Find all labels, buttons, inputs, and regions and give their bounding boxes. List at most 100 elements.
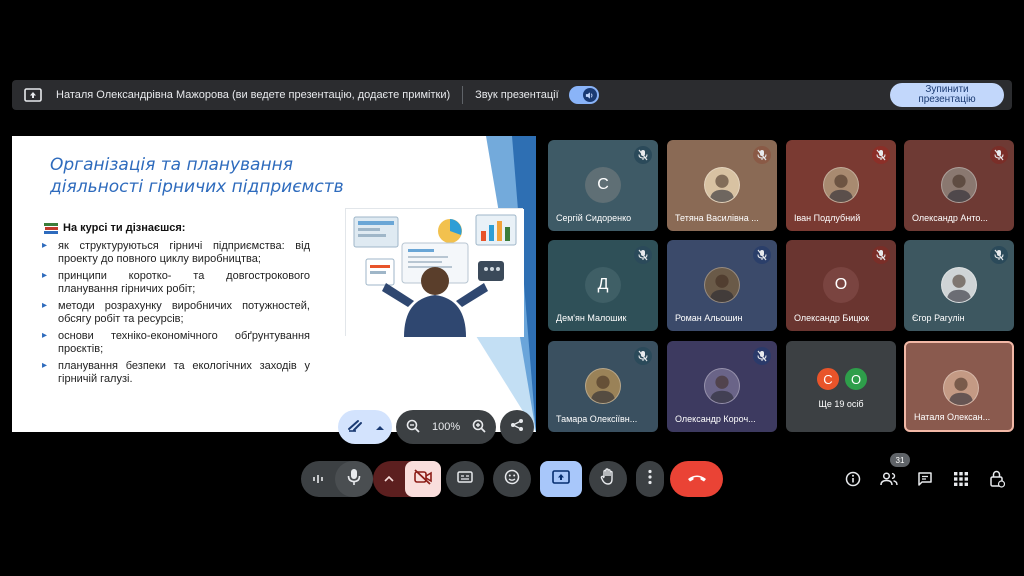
leave-call-button[interactable] (670, 461, 723, 497)
mic-off-icon (990, 246, 1008, 264)
caret-up-icon (376, 418, 384, 436)
participant-name: Наталя Олексан... (914, 412, 991, 422)
captions-button[interactable] (446, 461, 484, 497)
stop-presenting-button[interactable]: Зупинити презентацію (890, 83, 1004, 107)
emoji-icon (504, 469, 520, 490)
participant-tile[interactable]: Олександр Короч... (667, 341, 777, 432)
avatar (941, 267, 977, 303)
participant-name: Сергій Сидоренко (556, 213, 632, 223)
participant-name: Дем'ян Малошик (556, 313, 627, 323)
present-screen-icon (22, 87, 44, 103)
slide-bullet: принципи коротко- та довгострокового пла… (42, 270, 310, 295)
slide-heading: На курсі ти дізнаєшся: (44, 222, 185, 234)
mic-off-icon (753, 347, 771, 365)
participant-tile[interactable]: Іван Подлубний (786, 140, 896, 231)
zoom-control: 100% (396, 410, 497, 444)
participant-name: Олександр Бицюк (794, 313, 870, 323)
presentation-stage: Організація та планування діяльності гір… (12, 122, 536, 448)
hand-icon (600, 467, 616, 491)
people-icon[interactable] (878, 468, 900, 490)
mic-off-icon (753, 246, 771, 264)
slide-title: Організація та планування діяльності гір… (50, 154, 344, 198)
slide-bullet: як структуруються гірничі підприємства: … (42, 240, 310, 265)
presenting-banner: Наталя Олександрівна Мажорова (ви ведете… (12, 80, 1012, 110)
avatar: Д (585, 267, 621, 303)
mic-off-icon (634, 146, 652, 164)
participant-count-badge: 31 (890, 453, 910, 467)
slide-title-line1: Організація та планування (50, 155, 293, 175)
more-participants-label: Ще 19 осіб (818, 399, 864, 409)
avatar (585, 368, 621, 404)
slide-title-line2: діяльності гірничих підприємств (50, 177, 344, 197)
presentation-sound-label: Звук презентації (475, 89, 559, 101)
end-call-icon (687, 470, 707, 488)
presentation-sound-toggle[interactable] (568, 86, 599, 104)
camera-control-group (373, 461, 441, 497)
share-icon (510, 418, 524, 437)
avatar (704, 267, 740, 303)
zoom-level: 100% (432, 421, 461, 433)
participant-name: Єгор Рагулін (912, 313, 965, 323)
volume-icon (582, 88, 597, 102)
caret-up-icon[interactable] (373, 476, 405, 482)
share-button[interactable] (500, 410, 535, 444)
participant-name: Олександр Анто... (912, 213, 988, 223)
captions-icon (457, 470, 473, 488)
present-now-button[interactable] (540, 461, 582, 497)
mic-off-icon (872, 246, 890, 264)
participant-tile[interactable]: Олександр Анто... (904, 140, 1014, 231)
slide-bullet: планування безпеки та екологічних заході… (42, 360, 310, 385)
participant-name: Олександр Короч... (675, 414, 756, 424)
presenter-status-text: Наталя Олександрівна Мажорова (ви ведете… (56, 89, 451, 101)
participant-name: Тетяна Василівна ... (675, 213, 759, 223)
avatar (704, 368, 740, 404)
slide-heading-text: На курсі ти дізнаєшся: (63, 222, 186, 234)
avatar (943, 370, 979, 406)
participant-tile[interactable]: О Олександр Бицюк (786, 240, 896, 331)
annotate-button[interactable] (338, 410, 392, 444)
host-controls-icon[interactable] (986, 468, 1008, 490)
avatar (823, 167, 859, 203)
slide-bullet: основи техніко-економічного обґрунтуванн… (42, 330, 310, 355)
mic-off-icon (634, 347, 652, 365)
participant-tile[interactable]: С Сергій Сидоренко (548, 140, 658, 231)
present-screen-icon (552, 469, 570, 489)
participant-tile[interactable]: Тамара Олексіївн... (548, 341, 658, 432)
slide-bullet-list: як структуруються гірничі підприємства: … (42, 240, 310, 390)
zoom-in-icon[interactable] (472, 419, 486, 436)
mic-off-icon (753, 146, 771, 164)
participant-name: Роман Альошин (675, 313, 743, 323)
more-options-button[interactable] (636, 461, 664, 497)
meeting-details-icon[interactable] (842, 468, 864, 490)
participant-tile[interactable]: Д Дем'ян Малошик (548, 240, 658, 331)
planning-illustration (345, 208, 524, 337)
camera-off-button[interactable] (405, 461, 441, 497)
audio-settings-icon[interactable] (301, 473, 335, 485)
self-tile[interactable]: Наталя Олексан... (904, 341, 1014, 432)
participant-tile[interactable]: Єгор Рагулін (904, 240, 1014, 331)
participant-tile[interactable]: Тетяна Василівна ... (667, 140, 777, 231)
avatar: С (585, 167, 621, 203)
avatar (941, 167, 977, 203)
avatar: С (815, 366, 841, 392)
slide: Організація та планування діяльності гір… (12, 136, 536, 432)
raise-hand-button[interactable] (589, 461, 627, 497)
camera-off-icon (414, 468, 432, 490)
microphone-button[interactable] (335, 461, 373, 497)
emoji-reactions-button[interactable] (493, 461, 531, 497)
mic-off-icon (990, 146, 1008, 164)
mic-off-icon (872, 146, 890, 164)
avatar (704, 167, 740, 203)
books-icon (44, 222, 58, 234)
more-participants-tile[interactable]: С О Ще 19 осіб (786, 341, 896, 432)
activities-icon[interactable] (950, 468, 972, 490)
zoom-out-icon[interactable] (406, 419, 420, 436)
participant-tile[interactable]: Роман Альошин (667, 240, 777, 331)
participant-name: Тамара Олексіївн... (556, 414, 638, 424)
more-participants-avatars: С О (815, 366, 869, 392)
pen-icon (346, 417, 366, 438)
participant-name: Іван Подлубний (794, 213, 861, 223)
mic-control-group (301, 461, 373, 497)
avatar: О (843, 366, 869, 392)
chat-icon[interactable] (914, 468, 936, 490)
